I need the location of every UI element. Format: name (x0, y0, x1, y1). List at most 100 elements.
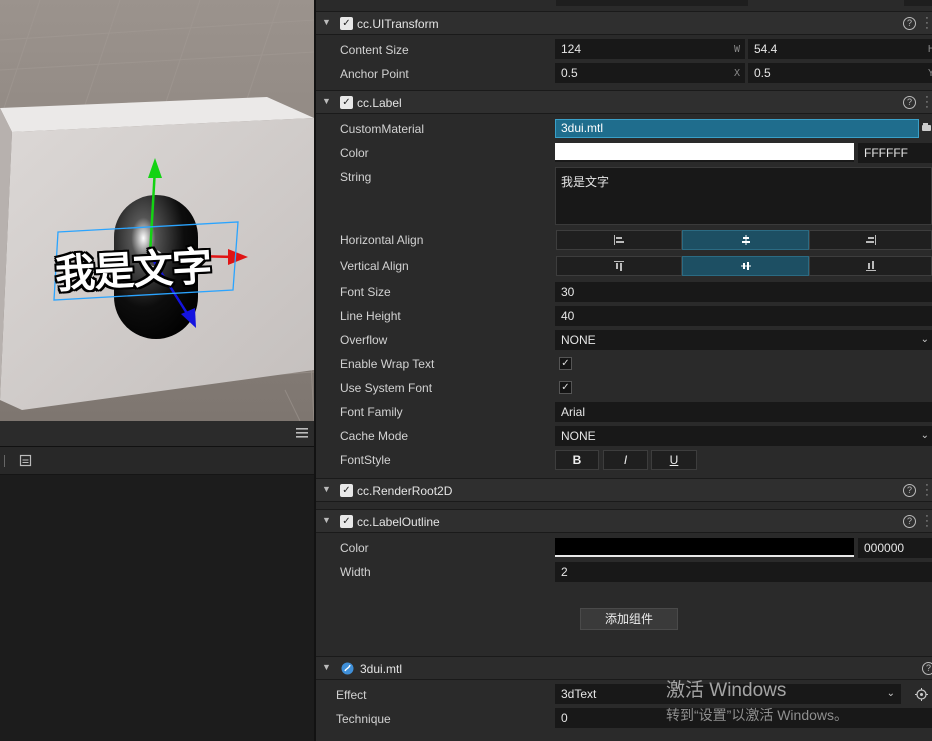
document-icon[interactable] (19, 454, 32, 467)
custom-material-field[interactable]: 3dui.mtl (555, 119, 919, 138)
chevron-down-icon[interactable]: ▼ (322, 96, 331, 106)
section-title: cc.Label (357, 96, 402, 110)
component-enabled-checkbox[interactable]: ✓ (340, 17, 353, 30)
effect-select[interactable]: 3dText ⌄ (555, 684, 901, 704)
valign-bottom-button[interactable] (809, 256, 932, 276)
effect-label: Effect (336, 688, 367, 702)
font-size-label: Font Size (340, 285, 391, 299)
material-icon (341, 662, 354, 675)
underline-button[interactable]: U (651, 450, 697, 470)
cache-mode-select[interactable]: NONE ⌄ (555, 426, 932, 446)
effect-value: 3dText (561, 687, 597, 701)
help-icon[interactable]: ? (922, 662, 932, 675)
valign-middle-button[interactable] (682, 256, 809, 276)
anchor-y-field[interactable]: 0.5 (748, 63, 932, 83)
align-middle-icon (740, 262, 751, 271)
section-material[interactable]: ▼ 3dui.mtl ? (316, 656, 932, 680)
italic-button[interactable]: I (603, 450, 648, 470)
bottom-left-panel (0, 421, 314, 741)
vertical-align-label: Vertical Align (340, 259, 409, 273)
font-family-field[interactable]: Arial (555, 402, 932, 422)
system-font-checkbox[interactable]: ✓ (559, 381, 572, 394)
add-component-button[interactable]: 添加组件 (580, 608, 678, 630)
overflow-label: Overflow (340, 333, 388, 347)
section-label-outline[interactable]: ▼ ✓ cc.LabelOutline ? · · · (316, 509, 932, 533)
align-center-button[interactable] (682, 230, 809, 250)
chevron-down-icon[interactable]: ▼ (322, 515, 331, 525)
align-center-icon (741, 235, 750, 246)
component-enabled-checkbox[interactable]: ✓ (340, 484, 353, 497)
component-enabled-checkbox[interactable]: ✓ (340, 515, 353, 528)
wrap-text-label: Enable Wrap Text (340, 357, 435, 371)
help-icon[interactable]: ? (903, 17, 916, 30)
toolbar-divider (4, 455, 5, 467)
color-swatch[interactable] (555, 143, 854, 162)
panel-menu-icon[interactable] (296, 427, 308, 439)
content-height-field[interactable]: 54.4 (748, 39, 932, 59)
string-label: String (340, 170, 372, 184)
help-icon[interactable]: ? (903, 484, 916, 497)
outline-width-label: Width (340, 565, 371, 579)
section-title: cc.RenderRoot2D (357, 484, 453, 498)
bold-button[interactable]: B (555, 450, 599, 470)
string-textarea[interactable]: 我是文字 (555, 167, 932, 225)
chevron-down-icon[interactable]: ▼ (322, 662, 331, 672)
wrap-text-checkbox[interactable]: ✓ (559, 357, 572, 370)
help-icon[interactable]: ? (903, 96, 916, 109)
anchor-y-unit-label: Y (928, 68, 932, 79)
section-title: cc.LabelOutline (357, 515, 440, 529)
section-render-root[interactable]: ▼ ✓ cc.RenderRoot2D ? · · · (316, 478, 932, 502)
font-size-field[interactable]: 30 (555, 282, 932, 302)
outline-color-hex-field[interactable]: 000000 (858, 538, 932, 558)
panel-toolbar (0, 447, 314, 475)
content-width-field[interactable]: 124 (555, 39, 745, 59)
chevron-down-icon: ⌄ (920, 334, 929, 345)
align-top-icon (614, 261, 624, 272)
chevron-down-icon[interactable]: ▼ (322, 17, 331, 27)
color-label: Color (340, 146, 369, 160)
technique-field[interactable]: 0 (555, 708, 932, 728)
more-options-icon[interactable]: · · · (924, 92, 930, 113)
valign-top-button[interactable] (556, 256, 682, 276)
chevron-down-icon: ⌄ (886, 688, 895, 699)
color-hex-field[interactable]: FFFFFF (858, 143, 932, 163)
overflow-select[interactable]: NONE ⌄ (555, 330, 932, 350)
inspector-panel: ▼ ✓ cc.UITransform ? · · · Content Size 12… (316, 0, 932, 741)
scene-3d-label: 我是文字 (54, 243, 213, 299)
component-enabled-checkbox[interactable]: ✓ (340, 96, 353, 109)
line-height-field[interactable]: 40 (555, 306, 932, 326)
align-left-button[interactable] (556, 230, 682, 250)
section-title: 3dui.mtl (360, 662, 403, 676)
anchor-x-unit-label: X (734, 68, 741, 79)
horizontal-align-label: Horizontal Align (340, 233, 424, 247)
outline-width-field[interactable]: 2 (555, 562, 932, 582)
section-label[interactable]: ▼ ✓ cc.Label ? · · · (316, 90, 932, 114)
custom-material-label: CustomMaterial (340, 122, 425, 136)
asset-locate-icon[interactable] (921, 122, 932, 133)
technique-label: Technique (336, 712, 391, 726)
more-options-icon[interactable]: · · · (924, 13, 930, 34)
chevron-down-icon[interactable]: ▼ (322, 484, 331, 494)
scene-canvas (0, 0, 314, 421)
scene-viewport[interactable]: 我是文字 (0, 0, 314, 421)
outline-color-swatch[interactable] (555, 538, 854, 557)
help-icon[interactable]: ? (903, 515, 916, 528)
line-height-label: Line Height (340, 309, 401, 323)
anchor-point-label: Anchor Point (340, 67, 409, 81)
locate-icon[interactable] (915, 688, 928, 701)
cache-mode-value: NONE (561, 429, 596, 443)
section-ui-transform[interactable]: ▼ ✓ cc.UITransform ? · · · (316, 11, 932, 35)
width-unit-label: W (734, 44, 741, 55)
section-title: cc.UITransform (357, 17, 439, 31)
system-font-label: Use System Font (340, 381, 433, 395)
overflow-value: NONE (561, 333, 596, 347)
font-style-label: FontStyle (340, 453, 391, 467)
cache-mode-label: Cache Mode (340, 429, 409, 443)
font-family-label: Font Family (340, 405, 403, 419)
more-options-icon[interactable]: · · · (924, 480, 930, 501)
anchor-x-field[interactable]: 0.5 (555, 63, 745, 83)
content-size-label: Content Size (340, 43, 409, 57)
align-bottom-icon (865, 261, 876, 272)
more-options-icon[interactable]: · · · (924, 511, 930, 532)
align-right-button[interactable] (809, 230, 932, 250)
